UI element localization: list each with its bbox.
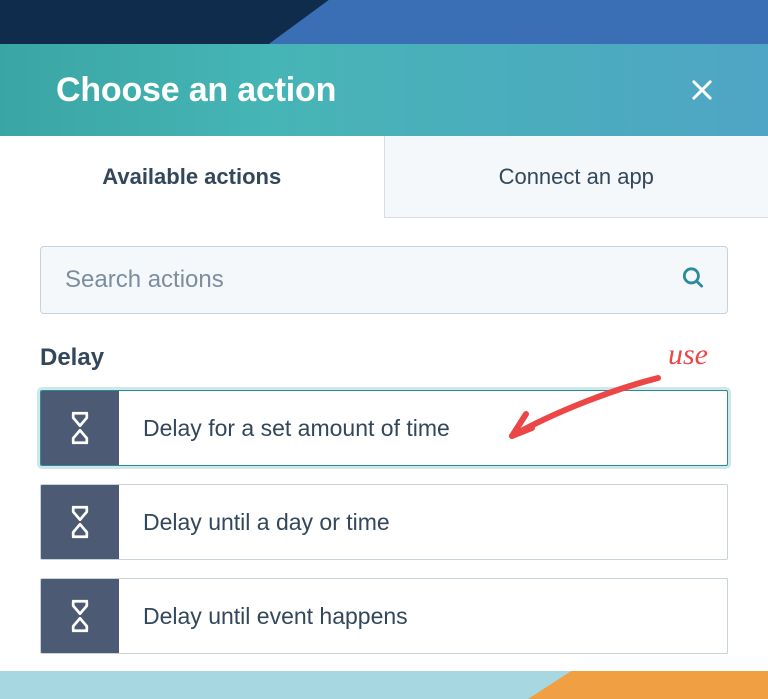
hourglass-icon	[41, 485, 119, 559]
action-label: Delay until a day or time	[119, 485, 390, 559]
panel-body: Delay Delay for a set amount of time Del…	[0, 218, 768, 654]
panel-header: Choose an action	[0, 44, 768, 136]
action-delay-until-event[interactable]: Delay until event happens	[40, 578, 728, 654]
close-button[interactable]	[680, 68, 724, 112]
brand-banner	[0, 0, 768, 44]
brand-footer-stripe	[0, 671, 768, 699]
search-wrap	[40, 246, 728, 314]
panel-content: Available actions Connect an app Delay D…	[0, 136, 768, 699]
action-delay-until-day[interactable]: Delay until a day or time	[40, 484, 728, 560]
hourglass-icon	[41, 579, 119, 653]
action-label: Delay until event happens	[119, 579, 408, 653]
action-label: Delay for a set amount of time	[119, 391, 450, 465]
tab-connect-app[interactable]: Connect an app	[384, 136, 768, 217]
tab-bar: Available actions Connect an app	[0, 136, 768, 218]
search-input[interactable]	[40, 246, 728, 314]
hourglass-icon	[41, 391, 119, 465]
section-title-delay: Delay	[40, 344, 728, 372]
tab-available-actions[interactable]: Available actions	[0, 136, 384, 218]
action-list: Delay for a set amount of time Delay unt…	[40, 390, 728, 654]
panel-title: Choose an action	[56, 71, 336, 110]
action-delay-set-amount[interactable]: Delay for a set amount of time	[40, 390, 728, 466]
search-icon	[680, 265, 706, 296]
tab-label: Connect an app	[499, 164, 654, 190]
close-icon	[688, 76, 716, 104]
tab-label: Available actions	[102, 164, 281, 190]
